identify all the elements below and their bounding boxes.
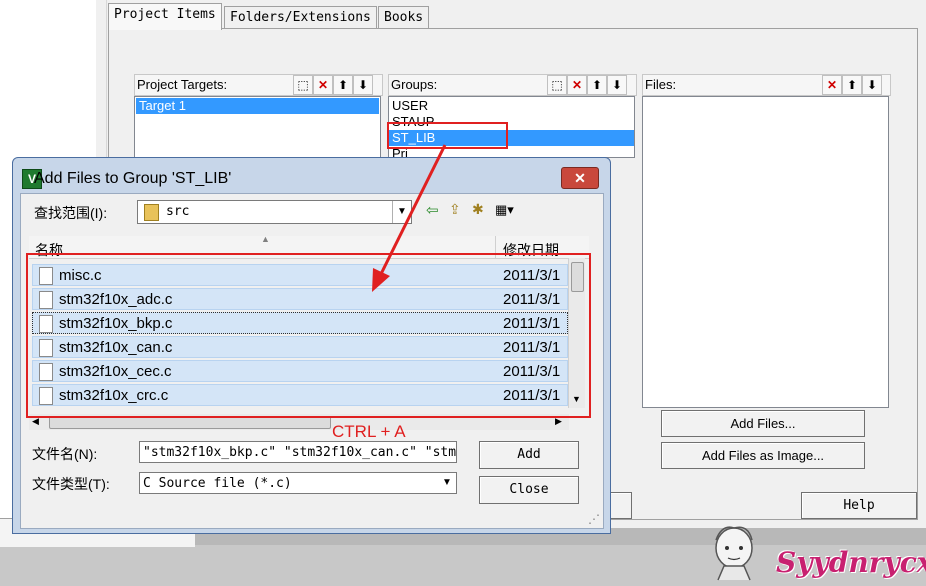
filetype-value: C Source file (*.c)	[143, 476, 292, 491]
annotation-text: CTRL + A	[332, 422, 406, 441]
move-down-icon[interactable]: ⬇	[862, 75, 882, 95]
project-targets-toolbar: ⬚ ✕ ⬆ ⬇	[293, 75, 373, 95]
project-targets-label: Project Targets:	[137, 77, 228, 92]
filetype-label: 文件类型(T):	[32, 476, 110, 492]
look-in-label: 查找范围(I):	[34, 205, 108, 221]
new-icon[interactable]: ⬚	[547, 75, 567, 95]
chevron-down-icon[interactable]: ▼	[438, 473, 456, 493]
groups-toolbar: ⬚ ✕ ⬆ ⬇	[547, 75, 627, 95]
files-toolbar: ✕ ⬆ ⬇	[822, 75, 882, 95]
view-menu-icon[interactable]: ▦▾	[495, 202, 514, 218]
close-button[interactable]: Close	[479, 476, 579, 504]
files-label: Files:	[645, 77, 677, 92]
list-item[interactable]: Target 1	[136, 98, 379, 114]
move-up-icon[interactable]: ⬆	[842, 75, 862, 95]
move-up-icon[interactable]: ⬆	[333, 75, 353, 95]
filename-input[interactable]: "stm32f10x_bkp.c" "stm32f10x_can.c" "stm	[139, 441, 457, 463]
groups-label: Groups:	[391, 77, 438, 92]
delete-icon[interactable]: ✕	[313, 75, 333, 95]
tab-project-items[interactable]: Project Items	[108, 3, 222, 30]
cartoon-avatar-icon	[715, 526, 753, 581]
new-icon[interactable]: ⬚	[293, 75, 313, 95]
resize-grip-icon[interactable]: ⋰	[588, 512, 600, 526]
delete-icon[interactable]: ✕	[822, 75, 842, 95]
move-down-icon[interactable]: ⬇	[607, 75, 627, 95]
add-files-button[interactable]: Add Files...	[661, 410, 865, 437]
move-up-icon[interactable]: ⬆	[587, 75, 607, 95]
list-item[interactable]: USER	[389, 98, 634, 114]
add-button[interactable]: Add	[479, 441, 579, 469]
tab-books[interactable]: Books	[378, 6, 430, 29]
watermark-signature: Syydnrycx	[776, 546, 926, 579]
dialog-title: Add Files to Group 'ST_LIB'	[34, 170, 232, 187]
annotation-arrow-icon	[372, 144, 447, 292]
help-button[interactable]: Help	[801, 492, 917, 519]
tab-folders-extensions[interactable]: Folders/Extensions	[224, 6, 377, 29]
filename-label: 文件名(N):	[32, 446, 98, 462]
filetype-select[interactable]: C Source file (*.c) ▼	[139, 472, 457, 494]
files-list[interactable]	[642, 96, 889, 408]
close-icon[interactable]: ✕	[561, 167, 599, 189]
project-targets-list[interactable]: Target 1	[134, 96, 381, 158]
delete-icon[interactable]: ✕	[567, 75, 587, 95]
files-selection-highlight-box	[26, 253, 591, 418]
add-files-as-image-button[interactable]: Add Files as Image...	[661, 442, 865, 469]
folder-icon	[144, 204, 159, 221]
move-down-icon[interactable]: ⬇	[353, 75, 373, 95]
new-folder-icon[interactable]: ✱	[472, 201, 484, 218]
sort-arrow-icon: ▲	[261, 234, 270, 244]
look-in-value: src	[166, 204, 190, 219]
